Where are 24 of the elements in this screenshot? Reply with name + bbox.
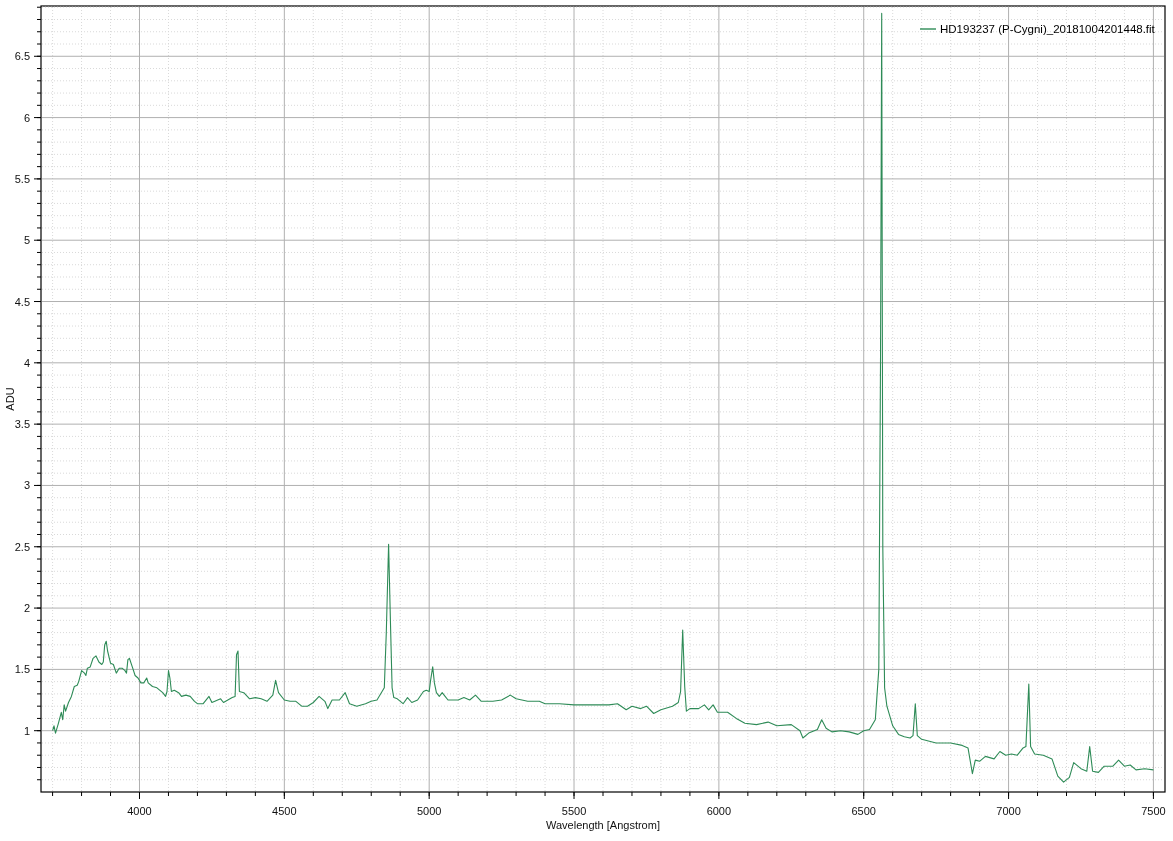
y-tick-label: 5.5 [14,172,30,185]
x-tick-label: 5500 [561,805,587,817]
x-tick-label: 7000 [996,805,1021,817]
y-tick-label: 1 [23,724,30,737]
legend-label: HD193237 (P-Cygni)_20181004201448.fit [940,23,1155,35]
x-tick-label: 4000 [127,805,152,817]
x-tick-label: 4500 [272,805,297,817]
legend-line-icon [919,28,937,30]
y-tick-label: 2 [23,602,30,615]
y-tick-label: 4 [23,356,30,369]
y-tick-label: 3 [23,479,30,492]
y-tick-label: 6.5 [14,50,30,63]
x-tick-label: 6500 [851,805,876,817]
y-tick-label: 2.5 [14,540,30,553]
x-axis-title: Wavelength [Angstrom] [546,819,660,831]
y-tick-label: 4.5 [14,295,30,308]
x-tick-label: 6000 [706,805,732,817]
y-tick-label: 5 [23,234,30,247]
x-tick-label: 7500 [1141,805,1166,817]
y-tick-label: 3.5 [14,418,30,431]
y-tick-label: 6 [23,111,30,124]
x-tick-label: 5000 [416,805,442,817]
y-tick-label: 1.5 [14,663,30,676]
y-axis-title: ADU [4,387,16,411]
